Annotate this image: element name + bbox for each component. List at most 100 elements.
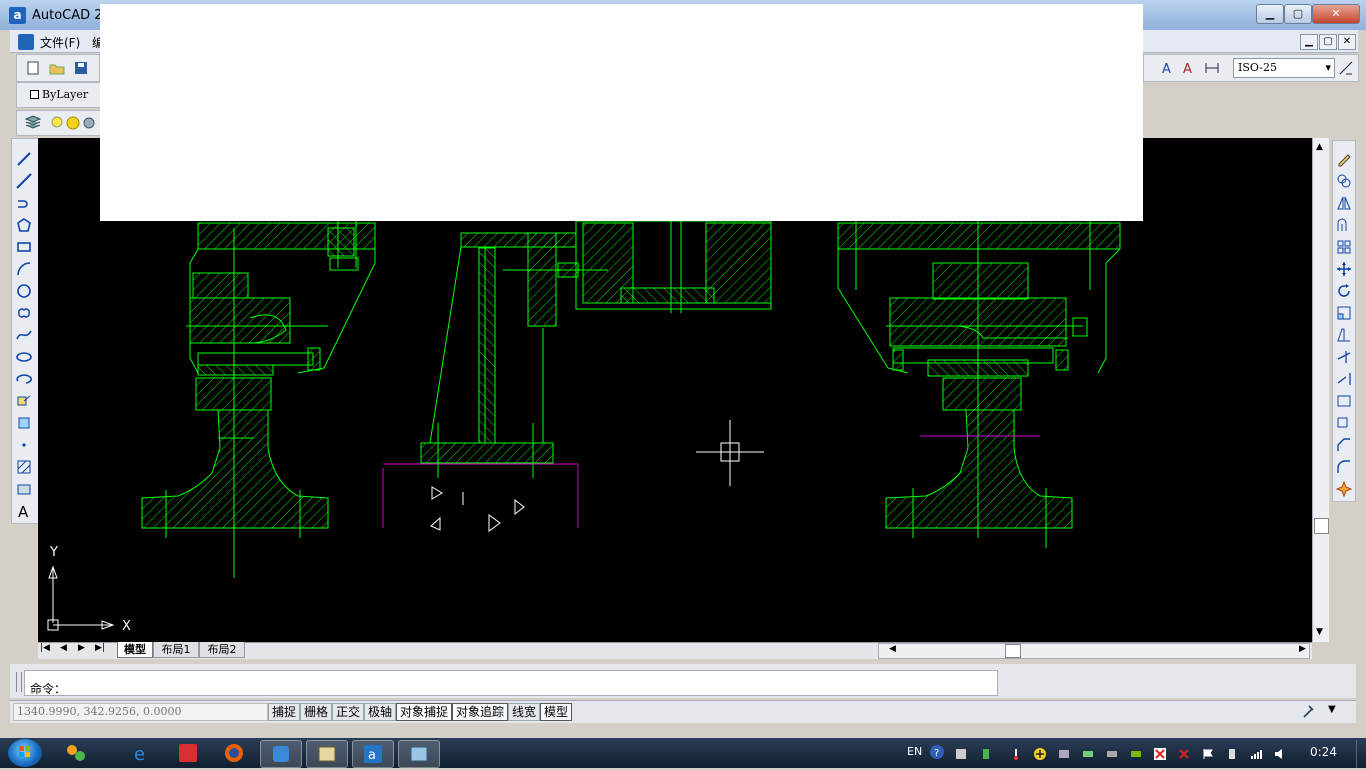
new-file-icon[interactable] [25,60,41,76]
tab-layout1[interactable]: 布局1 [153,642,199,658]
tab-prev-arrow-icon[interactable]: ◀ [60,643,67,653]
dimension-style-combo[interactable]: ISO-25 ▾ [1233,58,1335,78]
taskbar-app-blue[interactable] [260,740,302,768]
status-menu-arrow-icon[interactable]: ▼ [1328,704,1336,715]
taskbar-firefox[interactable] [214,740,254,766]
action-center-flag-icon[interactable] [1202,748,1214,760]
language-indicator[interactable]: EN [907,745,922,758]
grid-toggle[interactable]: 栅格 [300,703,332,721]
break-icon[interactable] [1336,393,1352,409]
taskbar-autocad[interactable]: a [352,740,394,768]
erase-icon[interactable] [1336,151,1352,167]
wifi-signal-icon[interactable] [1250,748,1262,760]
join-icon[interactable] [1336,415,1352,431]
rectangle-icon[interactable] [16,239,32,255]
osnap-toggle[interactable]: 对象捕捉 [396,703,452,721]
polygon-icon[interactable] [16,217,32,233]
text-edit-icon[interactable]: A [1182,60,1198,76]
command-input[interactable] [24,670,998,696]
scale-icon[interactable] [1336,305,1352,321]
horizontal-scroll-thumb[interactable] [1005,644,1021,658]
document-menu-icon[interactable] [18,34,34,50]
move-icon[interactable] [1336,261,1352,277]
model-space-toggle[interactable]: 模型 [540,703,572,721]
rotate-icon[interactable] [1336,283,1352,299]
layer-manager-icon[interactable] [25,115,41,131]
text-style-icon[interactable]: A [1160,60,1176,76]
ortho-toggle[interactable]: 正交 [332,703,364,721]
volume-icon[interactable] [1274,748,1286,760]
tab-last-arrow-icon[interactable]: ▶| [95,643,105,653]
close-button[interactable]: ✕ [1312,4,1360,24]
tab-next-arrow-icon[interactable]: ▶ [78,643,85,653]
network-device-icon[interactable] [1082,748,1094,760]
line-icon[interactable] [16,151,32,167]
taskbar-app-ju[interactable] [56,740,96,766]
point-icon[interactable] [16,437,32,453]
start-button[interactable] [8,739,42,767]
revision-cloud-icon[interactable] [16,305,32,321]
thermometer-icon[interactable] [1010,748,1022,760]
display-icon[interactable] [1058,748,1070,760]
horizontal-scrollbar[interactable]: ◀ ▶ [878,643,1310,659]
offset-icon[interactable] [1336,217,1352,233]
doc-close-button[interactable]: ✕ [1338,34,1356,50]
clock[interactable]: 0:24 [1310,745,1337,759]
make-block-icon[interactable] [16,415,32,431]
lineweight-toggle[interactable]: 线宽 [508,703,540,721]
multiline-text-icon[interactable]: A [16,503,32,519]
array-icon[interactable] [1336,239,1352,255]
insert-block-icon[interactable] [16,393,32,409]
snap-toggle[interactable]: 捕捉 [268,703,300,721]
layer-lock-icon[interactable] [81,115,97,131]
layer-on-bulb-icon[interactable] [49,115,65,131]
fillet-icon[interactable] [1336,459,1352,475]
open-file-icon[interactable] [49,60,65,76]
dim-edit-icon[interactable] [1338,60,1354,76]
taskbar-red-app[interactable] [168,740,208,766]
taskbar-internet-explorer[interactable]: e [122,740,162,766]
polyline-icon[interactable] [16,195,32,211]
explode-icon[interactable] [1336,481,1352,497]
scroll-right-arrow-icon[interactable]: ▶ [1299,644,1306,654]
circle-icon[interactable] [16,283,32,299]
drive-icon[interactable] [1106,748,1118,760]
scroll-left-arrow-icon[interactable]: ◀ [889,644,896,654]
ellipse-arc-icon[interactable] [16,371,32,387]
taskbar-explorer[interactable] [306,740,348,768]
plus-icon[interactable] [1034,748,1046,760]
mirror-icon[interactable] [1336,195,1352,211]
show-desktop-button[interactable] [1356,740,1366,768]
nvidia-icon[interactable] [1130,748,1142,760]
spline-icon[interactable] [16,327,32,343]
save-icon[interactable] [73,60,89,76]
command-grip[interactable] [16,672,22,692]
autocad-app-icon[interactable]: a [9,7,26,24]
vertical-scrollbar[interactable]: ▲ ▼ [1312,138,1329,642]
tab-layout2[interactable]: 布局2 [199,642,245,658]
layer-freeze-sun-icon[interactable] [65,115,81,131]
doc-minimize-button[interactable]: ▁ [1300,34,1318,50]
power-icon[interactable] [1226,748,1238,760]
minimize-button[interactable]: ▁ [1256,4,1284,24]
trim-icon[interactable] [1336,349,1352,365]
hatch-icon[interactable] [16,459,32,475]
tab-model[interactable]: 模型 [117,642,153,658]
scroll-down-arrow-icon[interactable]: ▼ [1316,627,1323,637]
menu-file[interactable]: 文件(F) [40,34,80,51]
help-icon[interactable]: ? [929,744,945,760]
scroll-up-arrow-icon[interactable]: ▲ [1316,142,1323,152]
security-x-icon[interactable] [1178,748,1190,760]
vertical-scroll-thumb[interactable] [1314,518,1329,534]
polar-toggle[interactable]: 极轴 [364,703,396,721]
doc-restore-button[interactable]: ▢ [1319,34,1337,50]
copy-icon[interactable] [1336,173,1352,189]
taskbar-control-panel[interactable] [398,740,440,768]
coordinate-readout[interactable]: 1340.9990, 342.9256, 0.0000 [13,703,268,721]
ellipse-icon[interactable] [16,349,32,365]
extend-icon[interactable] [1336,371,1352,387]
chamfer-icon[interactable] [1336,437,1352,453]
otrack-toggle[interactable]: 对象追踪 [452,703,508,721]
arc-icon[interactable] [16,261,32,277]
maximize-button[interactable]: ▢ [1284,4,1312,24]
